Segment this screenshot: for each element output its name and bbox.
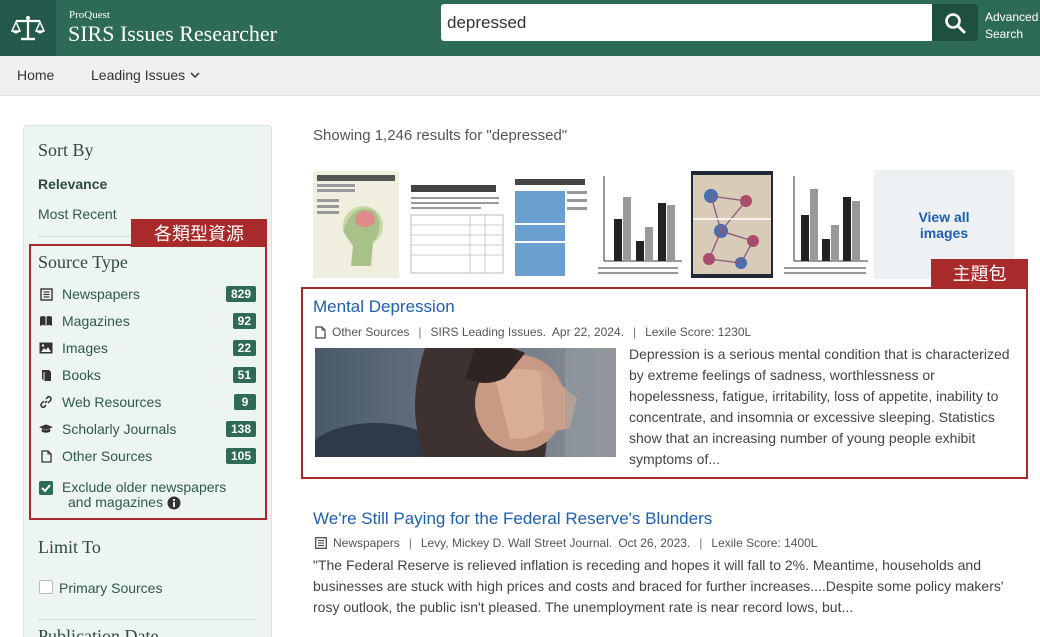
brand-proquest: ProQuest: [69, 9, 110, 21]
filter-newspapers[interactable]: Newspapers 829: [39, 284, 259, 304]
filter-label: Web Resources: [62, 394, 162, 410]
result-date: Oct 26, 2023.: [618, 536, 691, 550]
image-icon: [39, 341, 53, 355]
primary-sources-checkbox[interactable]: [39, 580, 53, 594]
info-icon[interactable]: [167, 496, 181, 510]
separator: |: [632, 325, 637, 339]
count-badge: 51: [232, 367, 256, 383]
graduation-cap-icon: [39, 422, 53, 436]
search-label: Search: [985, 27, 1024, 41]
view-all-line-1: View all: [918, 208, 970, 225]
result-title-link[interactable]: Mental Depression: [313, 297, 455, 317]
nav-leading-label: Leading Issues: [91, 67, 186, 83]
filter-label: Newspapers: [62, 286, 140, 302]
scales-logo-icon[interactable]: [0, 0, 56, 56]
newspaper-icon: [315, 537, 327, 549]
exclude-older-checkbox[interactable]: [39, 481, 53, 495]
image-thumbnail[interactable]: [691, 171, 773, 278]
results-count: Showing 1,246 results for "depressed": [313, 127, 568, 144]
filter-label: Other Sources: [62, 448, 153, 464]
search-icon: [945, 12, 966, 33]
result-source-type: Other Sources: [332, 325, 410, 339]
result-meta: Newspapers | Levy, Mickey D. Wall Street…: [315, 536, 817, 550]
separator: |: [408, 536, 412, 550]
filter-scholarly-journals[interactable]: Scholarly Journals 138: [39, 419, 259, 439]
filter-label: Books: [62, 367, 101, 383]
filter-books[interactable]: Books 51: [39, 365, 259, 385]
brand-title[interactable]: SIRS Issues Researcher: [68, 21, 277, 47]
link-icon: [39, 395, 53, 409]
search-input[interactable]: [441, 4, 932, 41]
filter-label: Images: [62, 340, 108, 356]
result-title-link[interactable]: We're Still Paying for the Federal Reser…: [313, 509, 712, 529]
annotation-topic-tag: 主題包: [931, 259, 1028, 287]
result-date: Apr 22, 2024.: [551, 325, 624, 339]
result-publisher: SIRS Leading Issues.: [430, 325, 546, 339]
exclude-line-2-row: and magazines: [62, 495, 226, 510]
filter-label: Magazines: [62, 313, 130, 329]
separator: |: [418, 325, 422, 339]
nav-home[interactable]: Home: [17, 67, 54, 83]
document-icon: [39, 449, 53, 463]
result-snippet: "The Federal Reserve is relieved inflati…: [313, 557, 1004, 615]
magazine-icon: [39, 314, 53, 328]
exclude-older-label[interactable]: Exclude older newspapers and magazines: [62, 480, 226, 510]
filter-other-sources[interactable]: Other Sources 105: [39, 446, 259, 466]
filter-web-resources[interactable]: Web Resources 9: [39, 392, 259, 412]
result-source-type: Newspapers: [333, 536, 400, 550]
source-type-heading: Source Type: [38, 252, 128, 272]
count-badge: 138: [225, 421, 256, 437]
top-header: ProQuest SIRS Issues Researcher Advanced…: [0, 0, 1040, 56]
image-thumbnail[interactable]: [512, 171, 591, 278]
book-icon: [39, 368, 53, 382]
publication-date-heading: Publication Date: [38, 626, 159, 637]
sort-relevance[interactable]: Relevance: [38, 176, 107, 192]
document-icon: [315, 325, 326, 339]
checkmark-icon: [41, 484, 51, 493]
result-snippet: Depression is a serious mental condition…: [629, 346, 1010, 467]
result-thumbnail[interactable]: [315, 348, 616, 457]
result-publisher: Levy, Mickey D. Wall Street Journal.: [420, 536, 613, 550]
result-lexile: Lexile Score: 1230L: [645, 325, 752, 339]
result-meta: Other Sources | SIRS Leading Issues. Apr…: [315, 325, 751, 339]
filter-images[interactable]: Images 22: [39, 338, 259, 358]
divider: [38, 619, 256, 620]
exclude-line-2: and magazines: [68, 494, 163, 510]
limit-to-heading: Limit To: [38, 537, 101, 557]
primary-sources-label[interactable]: Primary Sources: [59, 580, 162, 596]
search-button[interactable]: [932, 4, 978, 41]
count-badge: 105: [225, 448, 256, 464]
filter-magazines[interactable]: Magazines 92: [39, 311, 259, 331]
filter-label: Scholarly Journals: [62, 421, 177, 437]
count-badge: 9: [234, 394, 256, 410]
image-thumbnail[interactable]: [405, 171, 506, 278]
sort-most-recent[interactable]: Most Recent: [38, 206, 117, 222]
newspaper-icon: [39, 287, 53, 301]
exclude-line-1: Exclude older newspapers: [62, 479, 227, 495]
view-all-line-2: images: [919, 224, 969, 241]
sort-by-heading: Sort By: [38, 140, 94, 160]
chevron-down-icon: [190, 71, 200, 78]
nav-bar: Home Leading Issues: [0, 56, 1040, 96]
result-lexile: Lexile Score: 1400L: [711, 536, 818, 550]
separator: |: [699, 536, 703, 550]
image-thumbnail[interactable]: [596, 171, 685, 278]
advanced-label: Advanced: [985, 10, 1039, 24]
annotation-source-tag: 各類型資源: [131, 219, 267, 247]
advanced-search-link[interactable]: Advanced Search: [985, 9, 1038, 43]
count-badge: 22: [232, 340, 256, 356]
count-badge: 92: [232, 313, 256, 329]
count-badge: 829: [225, 286, 256, 302]
image-thumbnail[interactable]: [313, 171, 399, 278]
image-thumbnail[interactable]: [782, 171, 870, 278]
nav-leading-issues[interactable]: Leading Issues: [91, 67, 200, 83]
